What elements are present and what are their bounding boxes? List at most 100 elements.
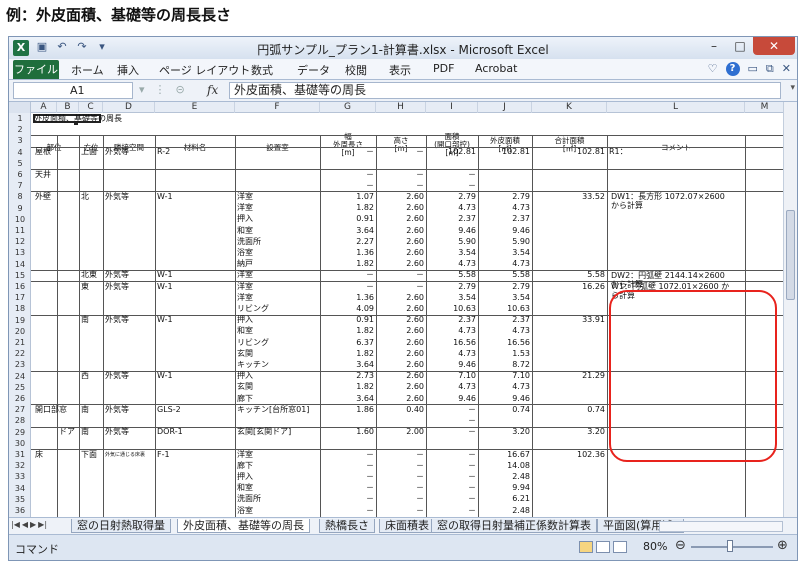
cell-j31[interactable]: 16.67	[480, 450, 530, 459]
cell-h15[interactable]: －	[374, 271, 424, 279]
cell-a4[interactable]: 屋根	[35, 148, 51, 156]
cell-f31[interactable]: 洋室	[237, 450, 253, 459]
cell-e27[interactable]: GLS-2	[157, 405, 181, 414]
row-header[interactable]: 15	[9, 271, 31, 280]
cell-j29[interactable]: 3.20	[480, 428, 530, 436]
row-header[interactable]: 36	[9, 507, 31, 515]
sheet-tab[interactable]: 窓の日射熱取得量	[71, 519, 171, 533]
cell-g25[interactable]: 1.82	[324, 383, 374, 391]
zoom-in-icon[interactable]: ⊕	[777, 538, 788, 553]
row-header[interactable]: 7	[9, 182, 31, 190]
row-header[interactable]: 8	[9, 193, 31, 201]
cell-a1[interactable]: 外皮面積、基礎等の周長	[34, 115, 122, 123]
name-box[interactable]: A1	[13, 82, 133, 99]
cell-f11[interactable]: 和室	[237, 226, 253, 235]
sheet-tab[interactable]: 床面積表	[379, 519, 435, 533]
cell-d8[interactable]: 外気等	[105, 192, 129, 201]
cell-c15[interactable]: 北東	[81, 271, 97, 279]
name-box-dropdown-icon[interactable]: ▾	[139, 83, 145, 96]
cell-f10[interactable]: 押入	[237, 215, 253, 223]
column-header[interactable]: F	[235, 102, 320, 113]
cell-e29[interactable]: DOR-1	[157, 428, 183, 436]
cell-c4[interactable]: 上面	[81, 148, 97, 156]
row-header[interactable]: 24	[9, 372, 31, 381]
cell-c8[interactable]: 北	[81, 192, 89, 201]
row-header[interactable]: 3	[9, 137, 31, 145]
cell-i6[interactable]: －	[426, 170, 476, 179]
cell-g11[interactable]: 3.64	[324, 226, 374, 235]
cell-h4[interactable]: －	[374, 148, 424, 156]
cell-e16[interactable]: W-1	[157, 282, 173, 291]
cell-g15[interactable]: －	[324, 271, 374, 279]
cell-f24[interactable]: 押入	[237, 372, 253, 380]
zoom-slider-thumb[interactable]	[727, 540, 733, 552]
cell-g6[interactable]: －	[324, 170, 374, 179]
cell-k15[interactable]: 5.58	[555, 271, 605, 279]
cell-j16[interactable]: 2.79	[480, 282, 530, 291]
row-header[interactable]: 30	[9, 439, 31, 448]
cell-i35[interactable]: －	[426, 495, 476, 503]
cell-i25[interactable]: 4.73	[426, 383, 476, 391]
cell-h32[interactable]: －	[374, 461, 424, 470]
cell-d31[interactable]: 外気に通じる床裏	[105, 451, 145, 459]
cell-i4[interactable]: 102.81	[426, 148, 476, 156]
cell-f13[interactable]: 浴室	[237, 248, 253, 257]
cell-k29[interactable]: 3.20	[555, 428, 605, 436]
cell-g16[interactable]: －	[324, 282, 374, 291]
cell-f15[interactable]: 洋室	[237, 271, 253, 279]
cell-i15[interactable]: 5.58	[426, 271, 476, 279]
cell-j10[interactable]: 2.37	[480, 215, 530, 223]
row-header[interactable]: 16	[9, 283, 31, 291]
row-header[interactable]: 6	[9, 171, 31, 179]
cell-f23[interactable]: キッチン	[237, 360, 269, 369]
cell-h24[interactable]: 2.60	[374, 372, 424, 380]
tab-file[interactable]: ファイル	[13, 60, 59, 79]
first-sheet-icon[interactable]: |◀	[11, 520, 20, 529]
workbook-restore-icon[interactable]: ⧉	[766, 62, 774, 76]
cell-h36[interactable]: －	[374, 506, 424, 515]
sheet-tab-active[interactable]: 外皮面積、基礎等の周長	[177, 519, 310, 533]
cell-i22[interactable]: 4.73	[426, 349, 476, 358]
cell-g36[interactable]: －	[324, 506, 374, 515]
cell-k19[interactable]: 33.91	[555, 316, 605, 324]
cell-i17[interactable]: 3.54	[426, 293, 476, 302]
cell-g19[interactable]: 0.91	[324, 316, 374, 324]
cell-h19[interactable]: 2.60	[374, 316, 424, 324]
cell-g17[interactable]: 1.36	[324, 293, 374, 302]
cell-g21[interactable]: 6.37	[324, 338, 374, 347]
cell-i11[interactable]: 9.46	[426, 226, 476, 235]
row-header[interactable]: 10	[9, 215, 31, 224]
cell-i8[interactable]: 2.79	[426, 192, 476, 201]
cell-i16[interactable]: 2.79	[426, 282, 476, 291]
cell-i29[interactable]: －	[426, 428, 476, 436]
cell-h11[interactable]: 2.60	[374, 226, 424, 235]
cell-f21[interactable]: リビング	[237, 338, 269, 347]
cell-k8[interactable]: 33.52	[555, 192, 605, 201]
column-header[interactable]: C	[79, 102, 103, 113]
row-header[interactable]: 33	[9, 473, 31, 481]
zoom-level[interactable]: 80%	[643, 540, 667, 553]
cell-i7[interactable]: －	[426, 181, 476, 190]
vertical-scrollbar[interactable]	[783, 102, 797, 517]
cell-g32[interactable]: －	[324, 461, 374, 470]
cell-h26[interactable]: 2.60	[374, 394, 424, 403]
cell-e4[interactable]: R-2	[157, 148, 170, 156]
cell-e15[interactable]: W-1	[157, 271, 173, 279]
cell-f18[interactable]: リビング	[237, 304, 269, 313]
cell-i26[interactable]: 9.46	[426, 394, 476, 403]
cell-f36[interactable]: 浴室	[237, 506, 253, 515]
row-header[interactable]: 5	[9, 159, 31, 168]
cancel-entry-icon[interactable]: ⊝	[176, 83, 185, 96]
cell-g24[interactable]: 2.73	[324, 372, 374, 380]
cell-g4[interactable]: －	[324, 148, 374, 156]
cell-g9[interactable]: 1.82	[324, 204, 374, 212]
cell-h33[interactable]: －	[374, 472, 424, 481]
row-header[interactable]: 23	[9, 361, 31, 369]
cell-j4[interactable]: 102.81	[480, 148, 530, 156]
cell-i12[interactable]: 5.90	[426, 237, 476, 246]
cell-f32[interactable]: 廊下	[237, 461, 253, 470]
cell-e24[interactable]: W-1	[157, 372, 173, 380]
cell-k24[interactable]: 21.29	[555, 372, 605, 380]
cell-h29[interactable]: 2.00	[374, 428, 424, 436]
cell-h18[interactable]: 2.60	[374, 304, 424, 313]
